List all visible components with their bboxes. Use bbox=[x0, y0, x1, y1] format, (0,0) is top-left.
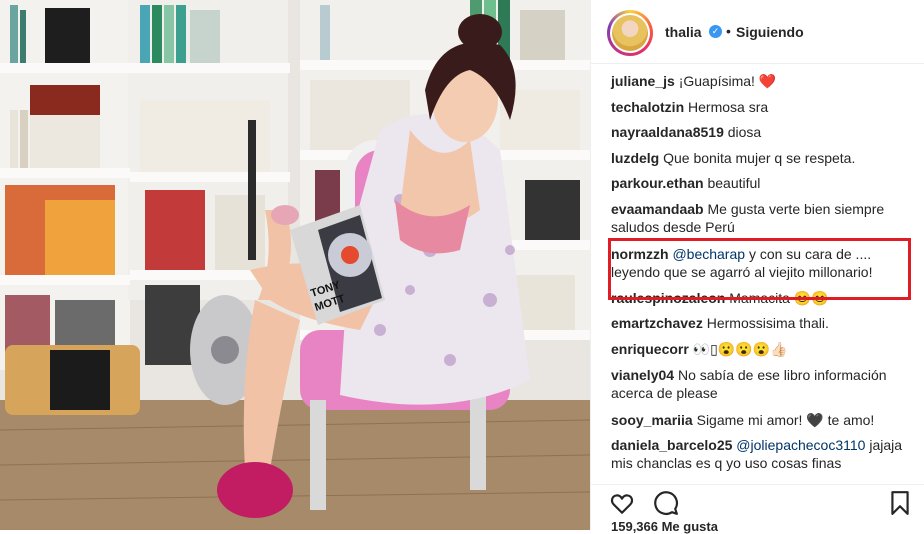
likes-count[interactable]: 159,366 Me gusta bbox=[611, 519, 718, 534]
comment-user[interactable]: techalotzin bbox=[611, 99, 684, 115]
comment-item: sooy_mariia Sigame mi amor! 🖤 te amo! bbox=[611, 411, 911, 429]
comment-user[interactable]: emartzchavez bbox=[611, 315, 703, 331]
comment-item: emartzchavez Hermossisima thali. bbox=[611, 314, 911, 332]
comment-user[interactable]: vianely04 bbox=[611, 367, 674, 383]
post-header: thalia ✓ • Siguiendo bbox=[591, 0, 924, 64]
comment-item: evaamandaab Me gusta verte bien siempre … bbox=[611, 200, 911, 236]
comment-user[interactable]: juliane_js bbox=[611, 73, 675, 89]
post-photo[interactable]: TONY MOTT bbox=[0, 0, 590, 530]
comment-item: vianely04 No sabía de ese libro informac… bbox=[611, 366, 911, 402]
comment-user[interactable]: parkour.ethan bbox=[611, 175, 704, 191]
comment-text: diosa bbox=[727, 124, 762, 140]
comment-user[interactable]: daniela_barcelo25 bbox=[611, 437, 732, 453]
post-username[interactable]: thalia bbox=[665, 24, 702, 40]
heart-icon[interactable] bbox=[609, 490, 635, 516]
comment-item: luzdelg Que bonita mujer q se respeta. bbox=[611, 149, 911, 167]
comment-item: techalotzin Hermosa sra bbox=[611, 98, 911, 116]
comment-text: Que bonita mujer q se respeta. bbox=[663, 150, 856, 166]
following-button[interactable]: Siguiendo bbox=[736, 24, 804, 40]
comment-text: Hermossisima thali. bbox=[706, 315, 829, 331]
comment-user[interactable]: nayraaldana8519 bbox=[611, 124, 724, 140]
comment-item: juliane_js ¡Guapísima! ❤️ bbox=[611, 72, 911, 90]
comment-item: enriquecorr 👀▯😮😮😮👍🏻 bbox=[611, 340, 911, 358]
comment-text: Sigame mi amor! 🖤 te amo! bbox=[696, 412, 875, 428]
avatar[interactable] bbox=[607, 10, 653, 56]
comment-mention[interactable]: @joliepachecoc3110 bbox=[736, 437, 865, 453]
bookmark-icon[interactable] bbox=[887, 490, 913, 516]
comment-text: 👀▯😮😮😮👍🏻 bbox=[692, 341, 788, 357]
comment-user[interactable]: sooy_mariia bbox=[611, 412, 693, 428]
comment-user[interactable]: evaamandaab bbox=[611, 201, 704, 217]
comment-item: nayraaldana8519 diosa bbox=[611, 123, 911, 141]
comment-text: ¡Guapísima! ❤️ bbox=[678, 73, 777, 89]
post-image: TONY MOTT bbox=[0, 0, 590, 530]
comment-text: Hermosa sra bbox=[688, 99, 769, 115]
comment-icon[interactable] bbox=[653, 490, 679, 516]
verified-icon: ✓ bbox=[709, 25, 722, 38]
comment-item: parkour.ethan beautiful bbox=[611, 174, 911, 192]
comment-text: beautiful bbox=[707, 175, 761, 191]
comment-user[interactable]: enriquecorr bbox=[611, 341, 689, 357]
header-separator: • bbox=[726, 23, 731, 39]
highlight-annotation-box bbox=[608, 238, 911, 300]
comment-item: daniela_barcelo25 @joliepachecoc3110 jaj… bbox=[611, 436, 911, 472]
comment-user[interactable]: luzdelg bbox=[611, 150, 659, 166]
